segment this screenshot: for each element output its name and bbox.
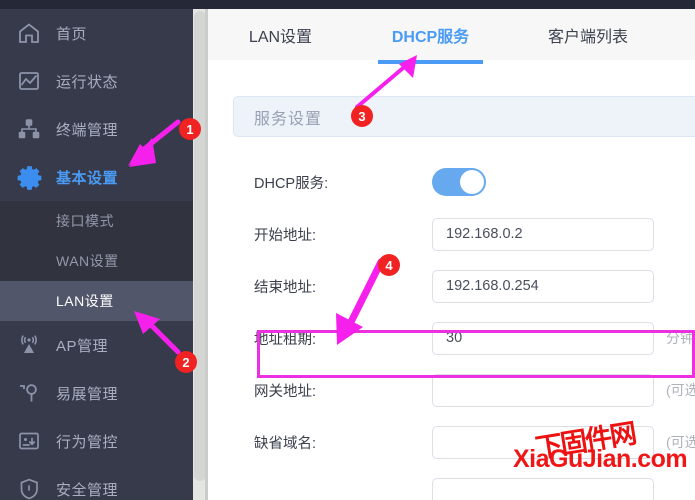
next-field-input[interactable]	[432, 477, 654, 500]
sidebar-subitem-lan-settings[interactable]: LAN设置	[0, 281, 193, 321]
tab-bar: LAN设置 DHCP服务 客户端列表	[208, 9, 695, 64]
form-row-next-partial	[208, 468, 695, 500]
sidebar-item-label: 安全管理	[56, 481, 119, 499]
field-label: DHCP服务:	[254, 175, 329, 192]
form-row-lease-time: 地址租期: 30 分钟	[208, 312, 695, 364]
lease-time-unit: 分钟	[666, 330, 694, 346]
sidebar-item-status[interactable]: 运行状态	[0, 57, 193, 105]
field-label: 地址租期:	[254, 331, 317, 348]
sidebar-submenu-basic-settings: 接口模式 WAN设置 LAN设置	[0, 201, 193, 321]
sidebar-item-label: 基本设置	[56, 169, 119, 187]
behavior-icon	[16, 428, 42, 454]
sidebar-item-security-management[interactable]: 安全管理	[0, 465, 193, 500]
default-domain-input[interactable]	[432, 425, 654, 459]
tab-lan-settings[interactable]: LAN设置	[208, 9, 353, 60]
gateway-address-wrap	[432, 373, 654, 407]
sidebar-subitem-label: LAN设置	[56, 293, 114, 309]
domain-optional-hint: (可选	[666, 434, 695, 450]
shield-icon	[16, 476, 42, 500]
end-address-input[interactable]: 192.168.0.254	[432, 269, 654, 303]
sidebar-item-label: AP管理	[56, 337, 109, 355]
sidebar-item-label: 首页	[56, 25, 88, 43]
field-label: 开始地址:	[254, 227, 317, 244]
tab-label: 客户端列表	[547, 28, 628, 46]
sidebar-subitem-label: 接口模式	[56, 213, 114, 229]
tab-label: LAN设置	[248, 28, 313, 46]
gear-icon	[16, 164, 42, 190]
sidebar-nav: 首页 运行状态 终端管理 基本设置 接口模式 WAN设置 LAN设置 AP管理 …	[0, 9, 193, 500]
home-icon	[16, 20, 42, 46]
next-field-wrap	[432, 477, 654, 500]
tab-dhcp-service[interactable]: DHCP服务	[353, 9, 508, 64]
lease-time-wrap: 30	[432, 321, 654, 355]
field-label: 结束地址:	[254, 279, 317, 296]
sidebar-item-mesh-management[interactable]: 易展管理	[0, 369, 193, 417]
chart-icon	[16, 68, 42, 94]
default-domain-wrap	[432, 425, 654, 459]
sidebar-item-label: 行为管控	[56, 433, 119, 451]
annotation-badge-1: 1	[179, 118, 201, 140]
sidebar-item-home[interactable]: 首页	[0, 9, 193, 57]
form-row-dhcp-service: DHCP服务:	[208, 156, 695, 208]
section-title: 服务设置	[254, 110, 323, 128]
end-address-wrap: 192.168.0.254	[432, 269, 654, 303]
dhcp-service-toggle[interactable]	[432, 168, 486, 196]
sidebar-item-label: 运行状态	[56, 73, 119, 91]
dhcp-form: DHCP服务: 开始地址: 192.168.0.2 结束地址: 192.168.…	[208, 156, 695, 500]
start-address-input[interactable]: 192.168.0.2	[432, 217, 654, 251]
sitemap-icon	[16, 116, 42, 142]
sidebar-item-label: 终端管理	[56, 121, 119, 139]
wifi-ap-icon	[16, 332, 42, 358]
form-row-gateway-address: 网关地址: (可选	[208, 364, 695, 416]
mesh-icon	[16, 380, 42, 406]
tab-label: DHCP服务	[391, 28, 470, 46]
form-row-default-domain: 缺省域名: (可选	[208, 416, 695, 468]
dhcp-service-toggle-wrap	[432, 168, 486, 196]
form-row-end-address: 结束地址: 192.168.0.254	[208, 260, 695, 312]
field-label: 缺省域名:	[254, 435, 317, 452]
sidebar-subitem-wan-settings[interactable]: WAN设置	[0, 241, 193, 281]
annotation-badge-3: 3	[351, 105, 373, 127]
annotation-badge-4: 4	[378, 254, 400, 276]
gateway-optional-hint: (可选	[666, 382, 695, 398]
field-label: 网关地址:	[254, 383, 317, 400]
sidebar-subitem-interface-mode[interactable]: 接口模式	[0, 201, 193, 241]
start-address-wrap: 192.168.0.2	[432, 217, 654, 251]
toggle-knob	[460, 170, 484, 194]
sidebar-item-label: 易展管理	[56, 385, 119, 403]
gateway-address-input[interactable]	[432, 373, 654, 407]
main-content: LAN设置 DHCP服务 客户端列表 服务设置 DHCP服务: 开始地址: 19…	[208, 9, 695, 500]
sidebar-item-basic-settings[interactable]: 基本设置	[0, 153, 193, 201]
annotation-badge-2: 2	[175, 351, 197, 373]
section-header-service-settings: 服务设置	[233, 96, 695, 137]
tab-client-list[interactable]: 客户端列表	[508, 9, 668, 60]
sidebar-item-terminal[interactable]: 终端管理	[0, 105, 193, 153]
sidebar-subitem-label: WAN设置	[56, 253, 119, 269]
sidebar-item-ap-management[interactable]: AP管理	[0, 321, 193, 369]
lease-time-input[interactable]: 30	[432, 321, 654, 355]
router-admin-page: 首页 运行状态 终端管理 基本设置 接口模式 WAN设置 LAN设置 AP管理 …	[0, 0, 695, 500]
form-row-start-address: 开始地址: 192.168.0.2	[208, 208, 695, 260]
tab-active-underline	[378, 60, 483, 64]
sidebar-item-behavior-control[interactable]: 行为管控	[0, 417, 193, 465]
top-dark-strip	[0, 0, 695, 9]
